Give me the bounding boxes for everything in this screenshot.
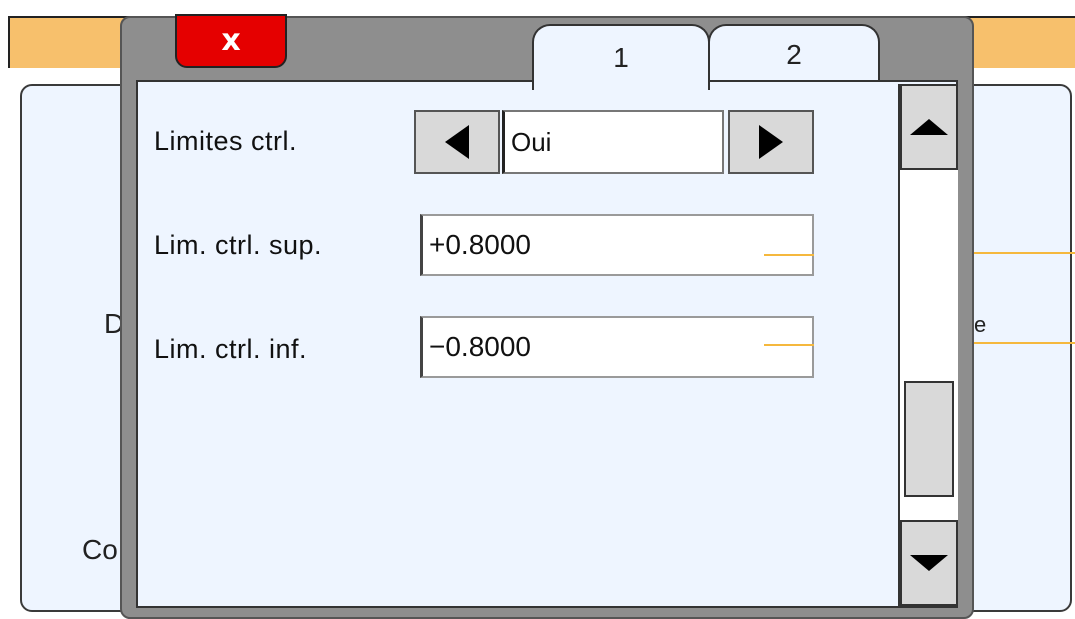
tab-content-panel: Limites ctrl. Oui Lim. ctrl. sup. +0.800…	[136, 80, 958, 608]
close-button[interactable]: x	[175, 14, 287, 68]
previous-option-button[interactable]	[414, 110, 500, 174]
control-limits-value[interactable]: Oui	[502, 110, 724, 174]
background-partial-text: e	[974, 312, 987, 337]
background-frame	[0, 0, 8, 619]
tab-label: 2	[786, 39, 802, 70]
guide-line	[764, 254, 814, 256]
tab-label: 1	[613, 42, 629, 73]
scrollbar-track[interactable]	[900, 170, 958, 520]
control-limits-label: Limites ctrl.	[154, 126, 298, 156]
background-partial-text: Co	[82, 534, 118, 565]
arrow-left-icon	[445, 125, 469, 159]
upper-control-limit-label: Lim. ctrl. sup.	[154, 230, 323, 260]
triangle-up-icon	[910, 119, 948, 135]
tab-2[interactable]: 2	[708, 24, 880, 84]
lower-control-limit-label: Lim. ctrl. inf.	[154, 334, 308, 364]
scroll-up-button[interactable]	[900, 84, 958, 170]
upper-control-limit-field[interactable]: +0.8000	[420, 214, 814, 276]
tab-1[interactable]: 1	[532, 24, 710, 90]
arrow-right-icon	[759, 125, 783, 159]
guide-line	[764, 344, 814, 346]
background-guide-line	[974, 252, 1075, 254]
vertical-scrollbar[interactable]	[898, 84, 958, 606]
lower-control-limit-field[interactable]: −0.8000	[420, 316, 814, 378]
settings-dialog: x 1 2 Limites ctrl. Oui Lim. ctrl. sup. …	[120, 14, 974, 619]
next-option-button[interactable]	[728, 110, 814, 174]
triangle-down-icon	[910, 555, 948, 571]
background-guide-line	[974, 342, 1075, 344]
control-limits-selector: Oui	[414, 110, 814, 174]
close-icon: x	[221, 23, 241, 58]
scroll-down-button[interactable]	[900, 520, 958, 606]
scrollbar-thumb[interactable]	[904, 381, 954, 497]
